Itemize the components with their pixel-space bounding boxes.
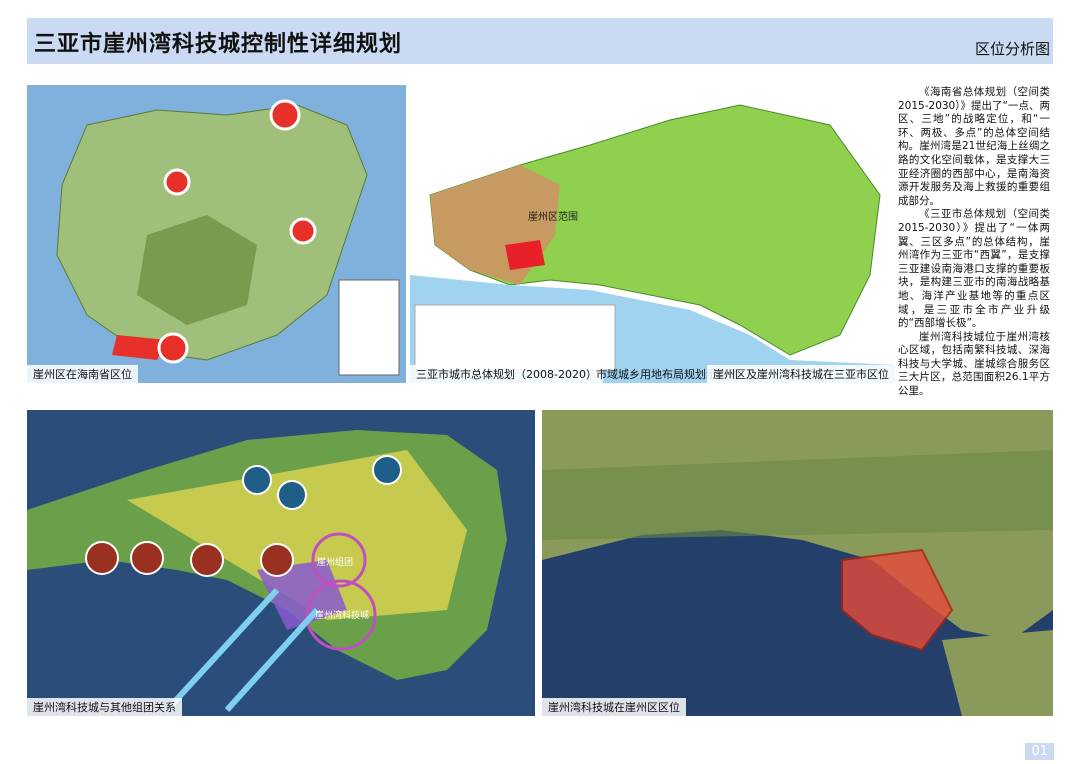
cluster-relation-panel: 崖州组团 崖州湾科技城 崖州湾科技城与其他组团关系 xyxy=(27,410,535,716)
cluster-relation-caption: 崖州湾科技城与其他组团关系 xyxy=(27,698,182,716)
sanya-plan-panel: 崖州区范围 三亚市城市总体规划（2008-2020） 市域城乡用地布局规划示意图… xyxy=(410,85,895,383)
hainan-map-panel: 崖州区在海南省区位 xyxy=(27,85,406,383)
satellite-location-map xyxy=(542,410,1053,716)
page-number: 01 xyxy=(1025,743,1054,760)
satellite-location-panel: 崖州湾科技城在崖州区区位 xyxy=(542,410,1053,716)
hainan-map-caption: 崖州区在海南省区位 xyxy=(27,365,138,383)
description-paragraph-3: 崖州湾科技城位于崖州湾核心区域，包括南繁科技城、深海科技与大学城、崖城综合服务区… xyxy=(898,330,1050,398)
cluster-label-yazhou: 崖州组团 xyxy=(317,556,353,568)
sanya-plan-map: 崖州区范围 xyxy=(410,85,895,383)
page-subtitle: 区位分析图 xyxy=(974,40,1050,58)
description-paragraph-2: 《三亚市总体规划（空间类2015-2030）》提出了“一体两翼、三区多点”的总体… xyxy=(898,208,1050,330)
description-paragraph-1: 《海南省总体规划（空间类2015-2030）》提出了“一点、两区、三地”的战略定… xyxy=(898,86,1050,207)
cluster-label-science-city: 崖州湾科技城 xyxy=(315,609,369,621)
page-title: 三亚市崖州湾科技城控制性详细规划 xyxy=(34,32,403,57)
hainan-map xyxy=(27,85,406,383)
sanya-plan-caption-right: 崖州区及崖州湾科技城在三亚市区位 xyxy=(707,365,895,383)
cluster-relation-map: 崖州组团 崖州湾科技城 xyxy=(27,410,535,716)
sanya-plan-caption-left: 三亚市城市总体规划（2008-2020） xyxy=(410,365,603,383)
description-text: 《海南省总体规划（空间类2015-2030）》提出了“一点、两区、三地”的战略定… xyxy=(898,86,1050,397)
region-label: 崖州区范围 xyxy=(528,210,578,223)
satellite-location-caption: 崖州湾科技城在崖州区区位 xyxy=(542,698,686,716)
